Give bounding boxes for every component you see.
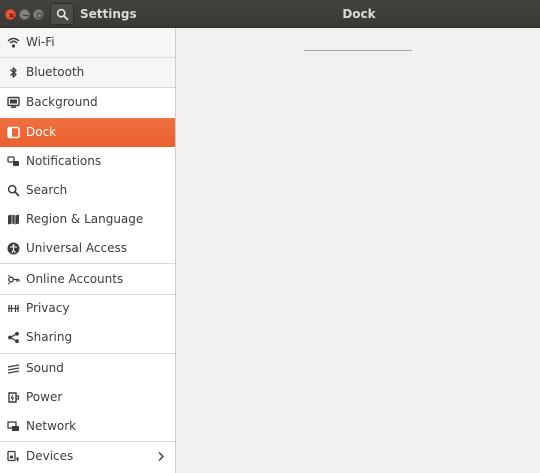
sidebar-item-online-accounts[interactable]: Online Accounts <box>0 265 175 294</box>
sidebar-item-label: Network <box>26 419 77 433</box>
sidebar-item-privacy[interactable]: Privacy <box>0 294 175 323</box>
region-icon <box>8 214 19 225</box>
chevron-right-icon <box>158 452 164 461</box>
sidebar-item-label: Sharing <box>26 330 73 344</box>
divider <box>0 263 175 264</box>
header-bar: Settings Dock <box>0 0 540 28</box>
sidebar-item-devices[interactable]: Devices <box>0 442 175 471</box>
minimize-icon <box>23 14 28 17</box>
settings-window: Settings Dock Wi-Fi Bluetooth Background… <box>0 0 540 473</box>
background-icon <box>7 96 20 108</box>
panel-title: Dock <box>342 7 376 21</box>
dock-settings-panel <box>176 28 540 473</box>
sidebar-item-label: Region & Language <box>26 212 144 226</box>
maximize-button[interactable] <box>33 9 44 20</box>
sidebar-item-power[interactable]: Power <box>0 383 175 412</box>
sidebar: Wi-Fi Bluetooth Background Dock Notifica… <box>0 28 176 473</box>
notifications-icon <box>7 156 19 166</box>
sidebar-item-label: Search <box>26 183 68 197</box>
sidebar-item-label: Background <box>26 95 98 109</box>
sidebar-item-search[interactable]: Search <box>0 176 175 205</box>
devices-icon <box>7 450 19 462</box>
panel-divider <box>304 50 412 51</box>
online-accounts-icon <box>7 274 20 285</box>
maximize-icon <box>36 12 43 19</box>
sidebar-item-label: Universal Access <box>26 241 127 255</box>
sidebar-item-wifi[interactable]: Wi-Fi <box>0 28 175 57</box>
sidebar-item-label: Online Accounts <box>26 272 124 286</box>
sidebar-item-background[interactable]: Background <box>0 88 175 117</box>
app-title: Settings <box>80 7 137 21</box>
minimize-button[interactable] <box>19 9 30 20</box>
sidebar-item-label: Wi-Fi <box>26 35 55 49</box>
sidebar-item-bluetooth[interactable]: Bluetooth <box>0 58 175 87</box>
universal-access-icon <box>7 242 20 255</box>
sidebar-item-network[interactable]: Network <box>0 412 175 441</box>
network-icon <box>7 421 19 431</box>
wifi-icon <box>7 37 20 48</box>
sidebar-item-sound[interactable]: Sound <box>0 354 175 383</box>
sidebar-item-notifications[interactable]: Notifications <box>0 147 175 176</box>
sharing-icon <box>8 331 19 344</box>
sidebar-item-label: Privacy <box>26 301 70 315</box>
search-icon <box>56 8 69 21</box>
sound-icon <box>7 364 20 374</box>
sidebar-item-label: Bluetooth <box>26 65 85 79</box>
sidebar-item-label: Devices <box>26 449 74 463</box>
search-button[interactable] <box>50 3 74 25</box>
sidebar-item-dock[interactable]: Dock <box>0 118 175 147</box>
close-button[interactable] <box>5 9 16 20</box>
sidebar-item-label: Dock <box>26 125 57 139</box>
sidebar-item-sharing[interactable]: Sharing <box>0 323 175 352</box>
privacy-icon <box>8 305 19 312</box>
sidebar-item-universal-access[interactable]: Universal Access <box>0 234 175 263</box>
sidebar-item-label: Power <box>26 390 63 404</box>
dock-icon <box>7 126 20 139</box>
sidebar-item-label: Notifications <box>26 154 102 168</box>
bluetooth-icon <box>10 67 17 78</box>
sidebar-item-label: Sound <box>26 361 64 375</box>
search-icon <box>7 184 20 197</box>
close-icon <box>9 13 14 18</box>
sidebar-item-region-language[interactable]: Region & Language <box>0 205 175 234</box>
power-icon <box>8 392 20 403</box>
